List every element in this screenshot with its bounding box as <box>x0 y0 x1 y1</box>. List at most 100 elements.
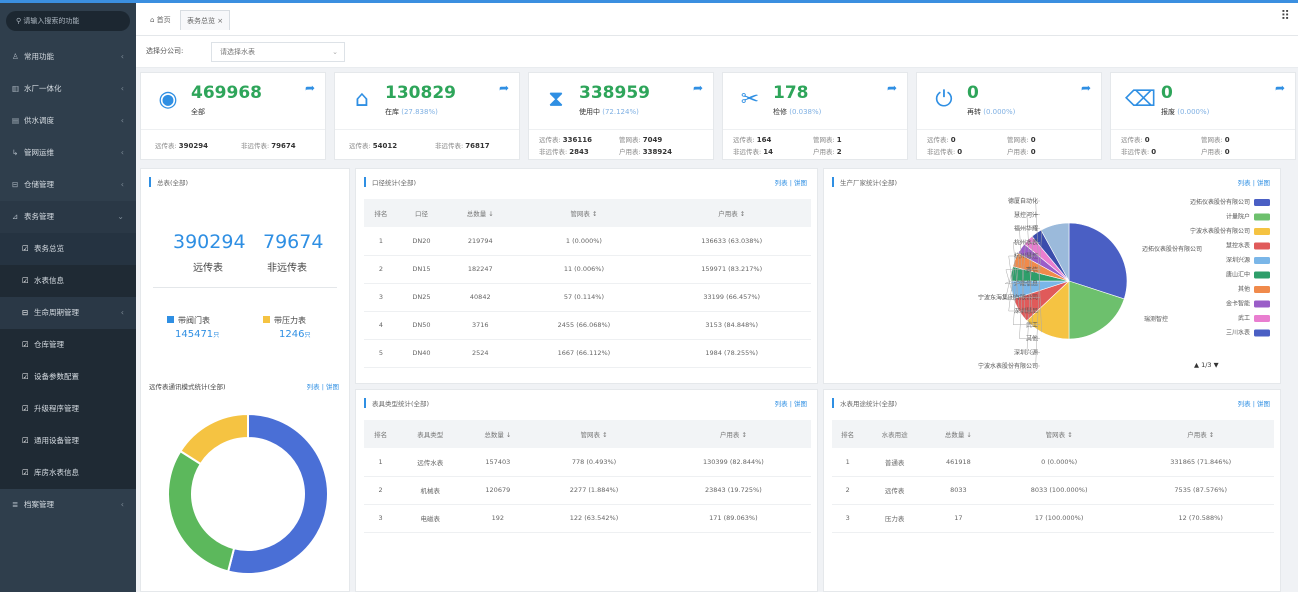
table-header-cell[interactable]: 管网表 ↕ <box>532 420 656 448</box>
sidebar-sub-store[interactable]: ☑ 仓库管理 <box>0 329 136 361</box>
vendor-view-links[interactable]: 列表 | 饼图 <box>1238 177 1270 187</box>
sidebar-sub-upgrade[interactable]: ☑ 升级程序管理 <box>0 393 136 425</box>
share-icon[interactable]: ➦ <box>887 81 897 95</box>
legend-label[interactable]: 武工 <box>1238 314 1250 322</box>
sidebar-sub-devices[interactable]: ☑ 通用设备管理 <box>0 425 136 457</box>
sidebar-sub-lifecycle[interactable]: ⊟ 生命周期管理 ‹ <box>0 297 136 329</box>
sidebar-item-common[interactable]: ♙ 常用功能 ‹ <box>0 41 136 73</box>
donut-view-links[interactable]: 列表 | 饼图 <box>307 381 339 391</box>
stat-detail: 户用表: 0 <box>1201 146 1230 156</box>
detail-value: 0 <box>957 148 963 156</box>
table-cell: 7535 (87.576%) <box>1127 476 1274 505</box>
sidebar-item-label: 管网运维 <box>24 148 54 157</box>
table-row[interactable]: 1 远传水表 157403 778 (0.493%) 130399 (82.844%) <box>364 448 811 477</box>
stat-footer: 远传表: 164 管网表: 1 非远传表: 14 户用表: 2 <box>723 129 907 159</box>
legend-label[interactable]: 计量院户 <box>1226 213 1250 221</box>
sidebar-sub-label: 水表信息 <box>34 276 64 285</box>
company-select[interactable]: 请选择水表 ⌄ <box>211 42 345 62</box>
table-header-cell[interactable]: 口径 <box>397 199 446 227</box>
sidebar-item-network[interactable]: ↳ 管网运维 ‹ <box>0 137 136 169</box>
table-header-cell[interactable]: 户用表 ↕ <box>655 420 811 448</box>
table-header-cell[interactable]: 排名 <box>832 420 864 448</box>
table-header-cell[interactable]: 总数量 ↓ <box>925 420 991 448</box>
sidebar-sub-storeroom[interactable]: ☑ 库房水表信息 <box>0 457 136 489</box>
tab-home[interactable]: ⌂ 首页 <box>144 10 177 30</box>
table-row[interactable]: 2 DN15 182247 11 (0.006%) 159971 (83.217%) <box>364 255 811 284</box>
type-view-links[interactable]: 列表 | 饼图 <box>775 398 807 408</box>
sidebar-sub-overview[interactable]: ☑ 表务总览 <box>0 233 136 265</box>
use-view-links[interactable]: 列表 | 饼图 <box>1238 398 1270 408</box>
legend-label[interactable]: 迈拓仪表股份有限公司 <box>1190 198 1250 206</box>
legend-pager[interactable]: ▲ 1/3 ▼ <box>1194 361 1219 369</box>
table-header-cell[interactable]: 户用表 ↕ <box>1127 420 1274 448</box>
legend-label[interactable]: 唐山汇中 <box>1226 271 1250 279</box>
tab-meter-overview[interactable]: 表务总览 × <box>180 10 231 30</box>
sidebar-sub-meter-info[interactable]: ☑ 水表信息 <box>0 265 136 297</box>
legend-swatch[interactable] <box>1254 300 1270 308</box>
legend-label[interactable]: 三川水表 <box>1226 329 1250 337</box>
table-row[interactable]: 3 压力表 17 17 (100.000%) 12 (70.588%) <box>832 504 1274 533</box>
table-row[interactable]: 1 DN20 219794 1 (0.000%) 136633 (63.038%) <box>364 227 811 256</box>
stat-label-text: 报废 <box>1161 108 1175 116</box>
table-row[interactable]: 1 普通表 461918 0 (0.000%) 331865 (71.846%) <box>832 448 1274 477</box>
stat-detail: 管网表: 1 <box>813 134 842 144</box>
stat-footer: 远传表: 54012 非远传表: 76817 <box>335 129 519 159</box>
table-header-cell[interactable]: 排名 <box>364 420 398 448</box>
share-icon[interactable]: ➦ <box>693 81 703 95</box>
legend-label[interactable]: 深圳兴源 <box>1226 256 1250 264</box>
donut-slice[interactable] <box>167 449 236 573</box>
stat-card: ◉ 469968 全部 ➦ 远传表: 390294 非远传表: 79674 <box>140 72 326 160</box>
sidebar-item-factory[interactable]: ▥ 水厂一体化 ‹ <box>0 73 136 105</box>
legend-label[interactable]: 其他 <box>1238 285 1250 293</box>
stat-detail: 远传表: 54012 <box>349 140 397 150</box>
grid-icon[interactable]: ⠿ <box>1280 9 1290 24</box>
legend-swatch[interactable] <box>1254 228 1270 235</box>
sidebar-item-label: 仓储管理 <box>24 180 54 189</box>
legend-swatch[interactable] <box>1254 213 1270 221</box>
legend-swatch[interactable] <box>1254 257 1270 264</box>
table-header-cell[interactable]: 总数量 ↓ <box>445 199 516 227</box>
table-header-cell[interactable]: 表具类型 <box>397 420 464 448</box>
legend-swatch[interactable] <box>1254 315 1270 322</box>
share-icon[interactable]: ➦ <box>305 81 315 95</box>
table-header-cell[interactable]: 户用表 ↕ <box>652 199 811 227</box>
table-row[interactable]: 5 DN40 2524 1667 (66.112%) 1984 (78.255%) <box>364 339 811 368</box>
share-icon[interactable]: ➦ <box>499 81 509 95</box>
table-row[interactable]: 2 机械表 120679 2277 (1.884%) 23843 (19.725%) <box>364 476 811 505</box>
donut-slice[interactable] <box>179 412 249 466</box>
stat-detail: 非远传表: 0 <box>927 146 962 156</box>
legend-label[interactable]: 慧控水表 <box>1226 242 1250 250</box>
sidebar-item-warehouse[interactable]: ⊟ 仓储管理 ‹ <box>0 169 136 201</box>
legend-label[interactable]: 金卡智能 <box>1226 300 1250 308</box>
sidebar-sub-params[interactable]: ☑ 设备参数配置 <box>0 361 136 393</box>
legend-swatch[interactable] <box>1254 286 1270 293</box>
table-row[interactable]: 2 远传表 8033 8033 (100.000%) 7535 (87.576%) <box>832 476 1274 505</box>
caliber-view-links[interactable]: 列表 | 饼图 <box>775 177 807 187</box>
table-header-cell[interactable]: 排名 <box>364 199 398 227</box>
table-header-cell[interactable]: 水表用途 <box>863 420 926 448</box>
panel-title: 生产厂家统计(全部) <box>832 177 897 187</box>
table-cell: 普通表 <box>863 448 926 477</box>
stat-value: 0 <box>1161 83 1173 103</box>
legend-swatch[interactable] <box>1254 271 1270 279</box>
table-row[interactable]: 3 电磁表 192 122 (63.542%) 171 (89.063%) <box>364 504 811 533</box>
share-icon[interactable]: ➦ <box>1275 81 1285 95</box>
table-header-cell[interactable]: 管网表 ↕ <box>990 420 1128 448</box>
tab-meter-label: 表务总览 × <box>187 17 224 25</box>
sidebar-search-input[interactable]: ⚲ 请输入搜索的功能 <box>6 11 130 31</box>
table-cell: 压力表 <box>863 504 926 533</box>
share-icon[interactable]: ➦ <box>1081 81 1091 95</box>
sidebar-item-meter[interactable]: ⊿ 表务管理 ⌄ <box>0 201 136 233</box>
legend-label[interactable]: 宁波水表股份有限公司 <box>1190 227 1250 235</box>
sidebar-sub-label: 表务总览 <box>34 244 64 253</box>
table-header-cell[interactable]: 管网表 ↕ <box>515 199 653 227</box>
donut-title: 远传表通讯模式统计(全部) <box>149 383 226 391</box>
sidebar-item-dispatch[interactable]: ▤ 供水调度 ‹ <box>0 105 136 137</box>
table-row[interactable]: 4 DN50 3716 2455 (66.068%) 3153 (84.848%) <box>364 311 811 340</box>
legend-swatch[interactable] <box>1254 242 1270 250</box>
sidebar-item-archive[interactable]: ≣ 档案管理 ‹ <box>0 489 136 521</box>
legend-swatch[interactable] <box>1254 199 1270 206</box>
legend-swatch[interactable] <box>1254 329 1270 337</box>
table-row[interactable]: 3 DN25 40842 57 (0.114%) 33199 (66.457%) <box>364 283 811 312</box>
table-header-cell[interactable]: 总数量 ↓ <box>463 420 533 448</box>
